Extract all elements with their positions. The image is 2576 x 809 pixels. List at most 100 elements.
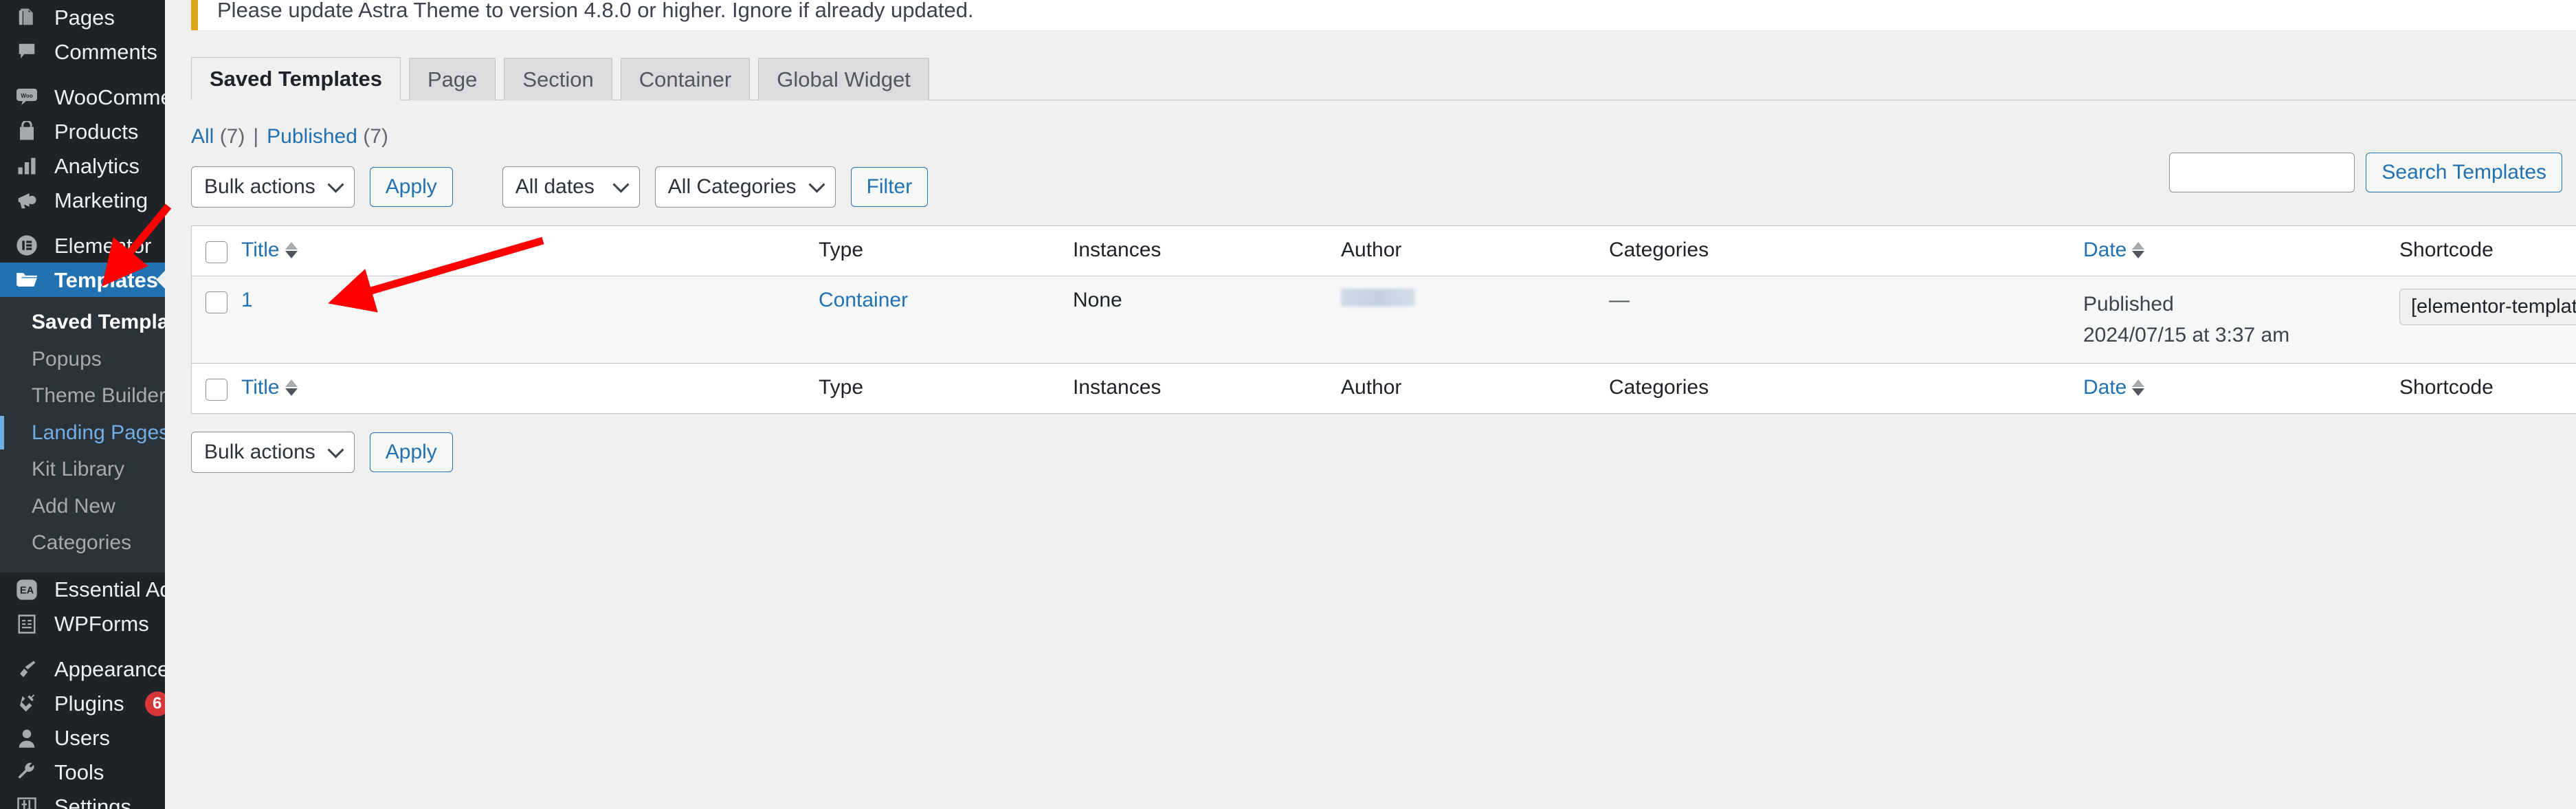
- row-select-cell[interactable]: [192, 289, 241, 313]
- tools-wrench-icon: [12, 762, 42, 783]
- category-filter-select[interactable]: All Categories: [654, 166, 836, 208]
- submenu-item-landing-pages[interactable]: Landing Pages: [0, 414, 165, 452]
- table-footer-row: Title Type Instances Author Categories D…: [192, 363, 2576, 413]
- sidebar-item-label: Plugins: [54, 691, 124, 716]
- analytics-icon: [12, 155, 42, 176]
- submenu-item-popups[interactable]: Popups: [0, 341, 165, 378]
- sidebar-item-label: Comments: [54, 39, 157, 64]
- date-filter-select[interactable]: All dates: [502, 166, 640, 208]
- submenu-item-saved-templates[interactable]: Saved Templates: [0, 304, 165, 341]
- select-all-checkbox[interactable]: [206, 241, 227, 263]
- apply-button-top[interactable]: Apply: [369, 167, 453, 207]
- sort-arrows-icon[interactable]: [2132, 242, 2145, 258]
- column-footer-title-label[interactable]: Title: [241, 376, 280, 399]
- wpforms-icon: [12, 614, 42, 634]
- column-footer-categories: Categories: [1609, 376, 1709, 399]
- elementor-icon: [12, 234, 42, 256]
- template-title-link[interactable]: 1: [241, 289, 253, 311]
- sidebar-item-appearance[interactable]: Appearance: [0, 652, 165, 687]
- sort-arrows-icon[interactable]: [285, 379, 298, 396]
- date-filter-value: All dates: [515, 175, 595, 198]
- users-icon: [12, 728, 42, 749]
- bulk-actions-select-top[interactable]: Bulk actions: [191, 166, 355, 208]
- template-type-tabs: Saved Templates Page Section Container G…: [191, 56, 2576, 100]
- sidebar-item-elementor[interactable]: Elementor: [0, 228, 165, 263]
- tab-page[interactable]: Page: [408, 57, 496, 100]
- column-footer-date[interactable]: Date: [2083, 376, 2399, 399]
- sidebar-item-woocommerce[interactable]: Woo WooCommerce: [0, 80, 165, 114]
- date-value: 2024/07/15 at 3:37 am: [2083, 324, 2290, 346]
- select-all-header[interactable]: [192, 239, 241, 263]
- status-link-published[interactable]: Published (7): [267, 125, 388, 148]
- sort-arrows-icon[interactable]: [285, 242, 298, 258]
- status-filter-links: All (7) | Published (7): [191, 125, 2576, 148]
- sidebar-item-pages[interactable]: Pages: [0, 0, 165, 34]
- astra-update-notice: Please update Astra Theme to version 4.8…: [191, 0, 2576, 30]
- column-header-shortcode: Shortcode: [2399, 239, 2494, 261]
- shortcode-field[interactable]: [elementor-template id="10761"]: [2399, 289, 2576, 325]
- sidebar-item-label: WooCommerce: [54, 85, 165, 109]
- cell-shortcode: [elementor-template id="10761"]: [2399, 289, 2576, 325]
- settings-sliders-icon: [12, 797, 42, 809]
- sidebar-item-label: Essential Addons: [54, 577, 165, 601]
- submenu-item-kit-library[interactable]: Kit Library: [0, 451, 165, 488]
- column-footer-date-label[interactable]: Date: [2083, 376, 2127, 399]
- select-all-footer[interactable]: [192, 376, 241, 401]
- cell-categories: —: [1609, 289, 1630, 311]
- sidebar-item-templates[interactable]: Templates: [0, 263, 165, 297]
- products-icon: [12, 121, 42, 142]
- filter-button[interactable]: Filter: [850, 167, 929, 207]
- column-footer-instances: Instances: [1073, 376, 1162, 399]
- sidebar-item-essential-addons[interactable]: EA Essential Addons: [0, 573, 165, 607]
- status-link-all[interactable]: All (7): [191, 125, 245, 148]
- search-templates-box: Search Templates: [2169, 153, 2562, 192]
- sidebar-item-marketing[interactable]: Marketing: [0, 183, 165, 217]
- sort-arrows-icon[interactable]: [2132, 379, 2145, 396]
- row-checkbox[interactable]: [206, 291, 227, 313]
- sidebar-item-tools[interactable]: Tools: [0, 755, 165, 790]
- tab-section[interactable]: Section: [504, 57, 612, 100]
- sidebar-item-settings[interactable]: Settings: [0, 790, 165, 809]
- sidebar-item-plugins[interactable]: Plugins 6: [0, 687, 165, 721]
- search-input[interactable]: [2169, 153, 2355, 192]
- tab-global-widget[interactable]: Global Widget: [758, 57, 929, 100]
- bulk-actions-select-bottom[interactable]: Bulk actions: [191, 432, 355, 473]
- woocommerce-icon: Woo: [12, 87, 42, 107]
- cell-author: [1341, 289, 1609, 312]
- column-header-date-label[interactable]: Date: [2083, 239, 2127, 262]
- column-footer-title[interactable]: Title: [241, 376, 819, 399]
- tablenav-bottom: Bulk actions Apply: [191, 432, 2576, 473]
- template-type-link[interactable]: Container: [819, 289, 908, 311]
- column-header-type: Type: [819, 239, 864, 261]
- apply-button-bottom[interactable]: Apply: [369, 432, 453, 472]
- submenu-item-theme-builder[interactable]: Theme Builder: [0, 377, 165, 414]
- tab-container[interactable]: Container: [620, 57, 751, 100]
- sidebar-item-label: Pages: [54, 5, 115, 30]
- sidebar-item-wpforms[interactable]: WPForms: [0, 607, 165, 641]
- bulk-actions-value-bottom: Bulk actions: [204, 441, 315, 463]
- table-row[interactable]: 1 Container None — Published 2024/07/15 …: [192, 276, 2576, 363]
- bulk-actions-value: Bulk actions: [204, 175, 315, 198]
- cell-instances: None: [1073, 289, 1122, 311]
- sidebar-item-analytics[interactable]: Analytics: [0, 148, 165, 183]
- tab-saved-templates[interactable]: Saved Templates: [191, 56, 401, 100]
- column-header-title[interactable]: Title: [241, 239, 819, 262]
- sidebar-item-products[interactable]: Products: [0, 114, 165, 148]
- sidebar-item-label: Analytics: [54, 153, 140, 178]
- table-header-row: Title Type Instances Author Categories D…: [192, 226, 2576, 276]
- column-header-date[interactable]: Date: [2083, 239, 2399, 262]
- templates-table: Title Type Instances Author Categories D…: [191, 225, 2576, 414]
- sidebar-item-users[interactable]: Users: [0, 721, 165, 755]
- submenu-item-categories[interactable]: Categories: [0, 524, 165, 562]
- sidebar-divider: [0, 641, 165, 652]
- column-header-author: Author: [1341, 239, 1402, 261]
- search-templates-button[interactable]: Search Templates: [2366, 153, 2562, 192]
- submenu-item-add-new[interactable]: Add New: [0, 488, 165, 525]
- cell-title[interactable]: 1: [241, 289, 819, 312]
- sidebar-item-label: Elementor: [54, 233, 152, 258]
- column-header-title-label[interactable]: Title: [241, 239, 280, 262]
- cell-type[interactable]: Container: [819, 289, 1073, 312]
- select-all-checkbox-footer[interactable]: [206, 379, 227, 401]
- sidebar-item-label: Products: [54, 119, 139, 144]
- sidebar-item-comments[interactable]: Comments: [0, 34, 165, 69]
